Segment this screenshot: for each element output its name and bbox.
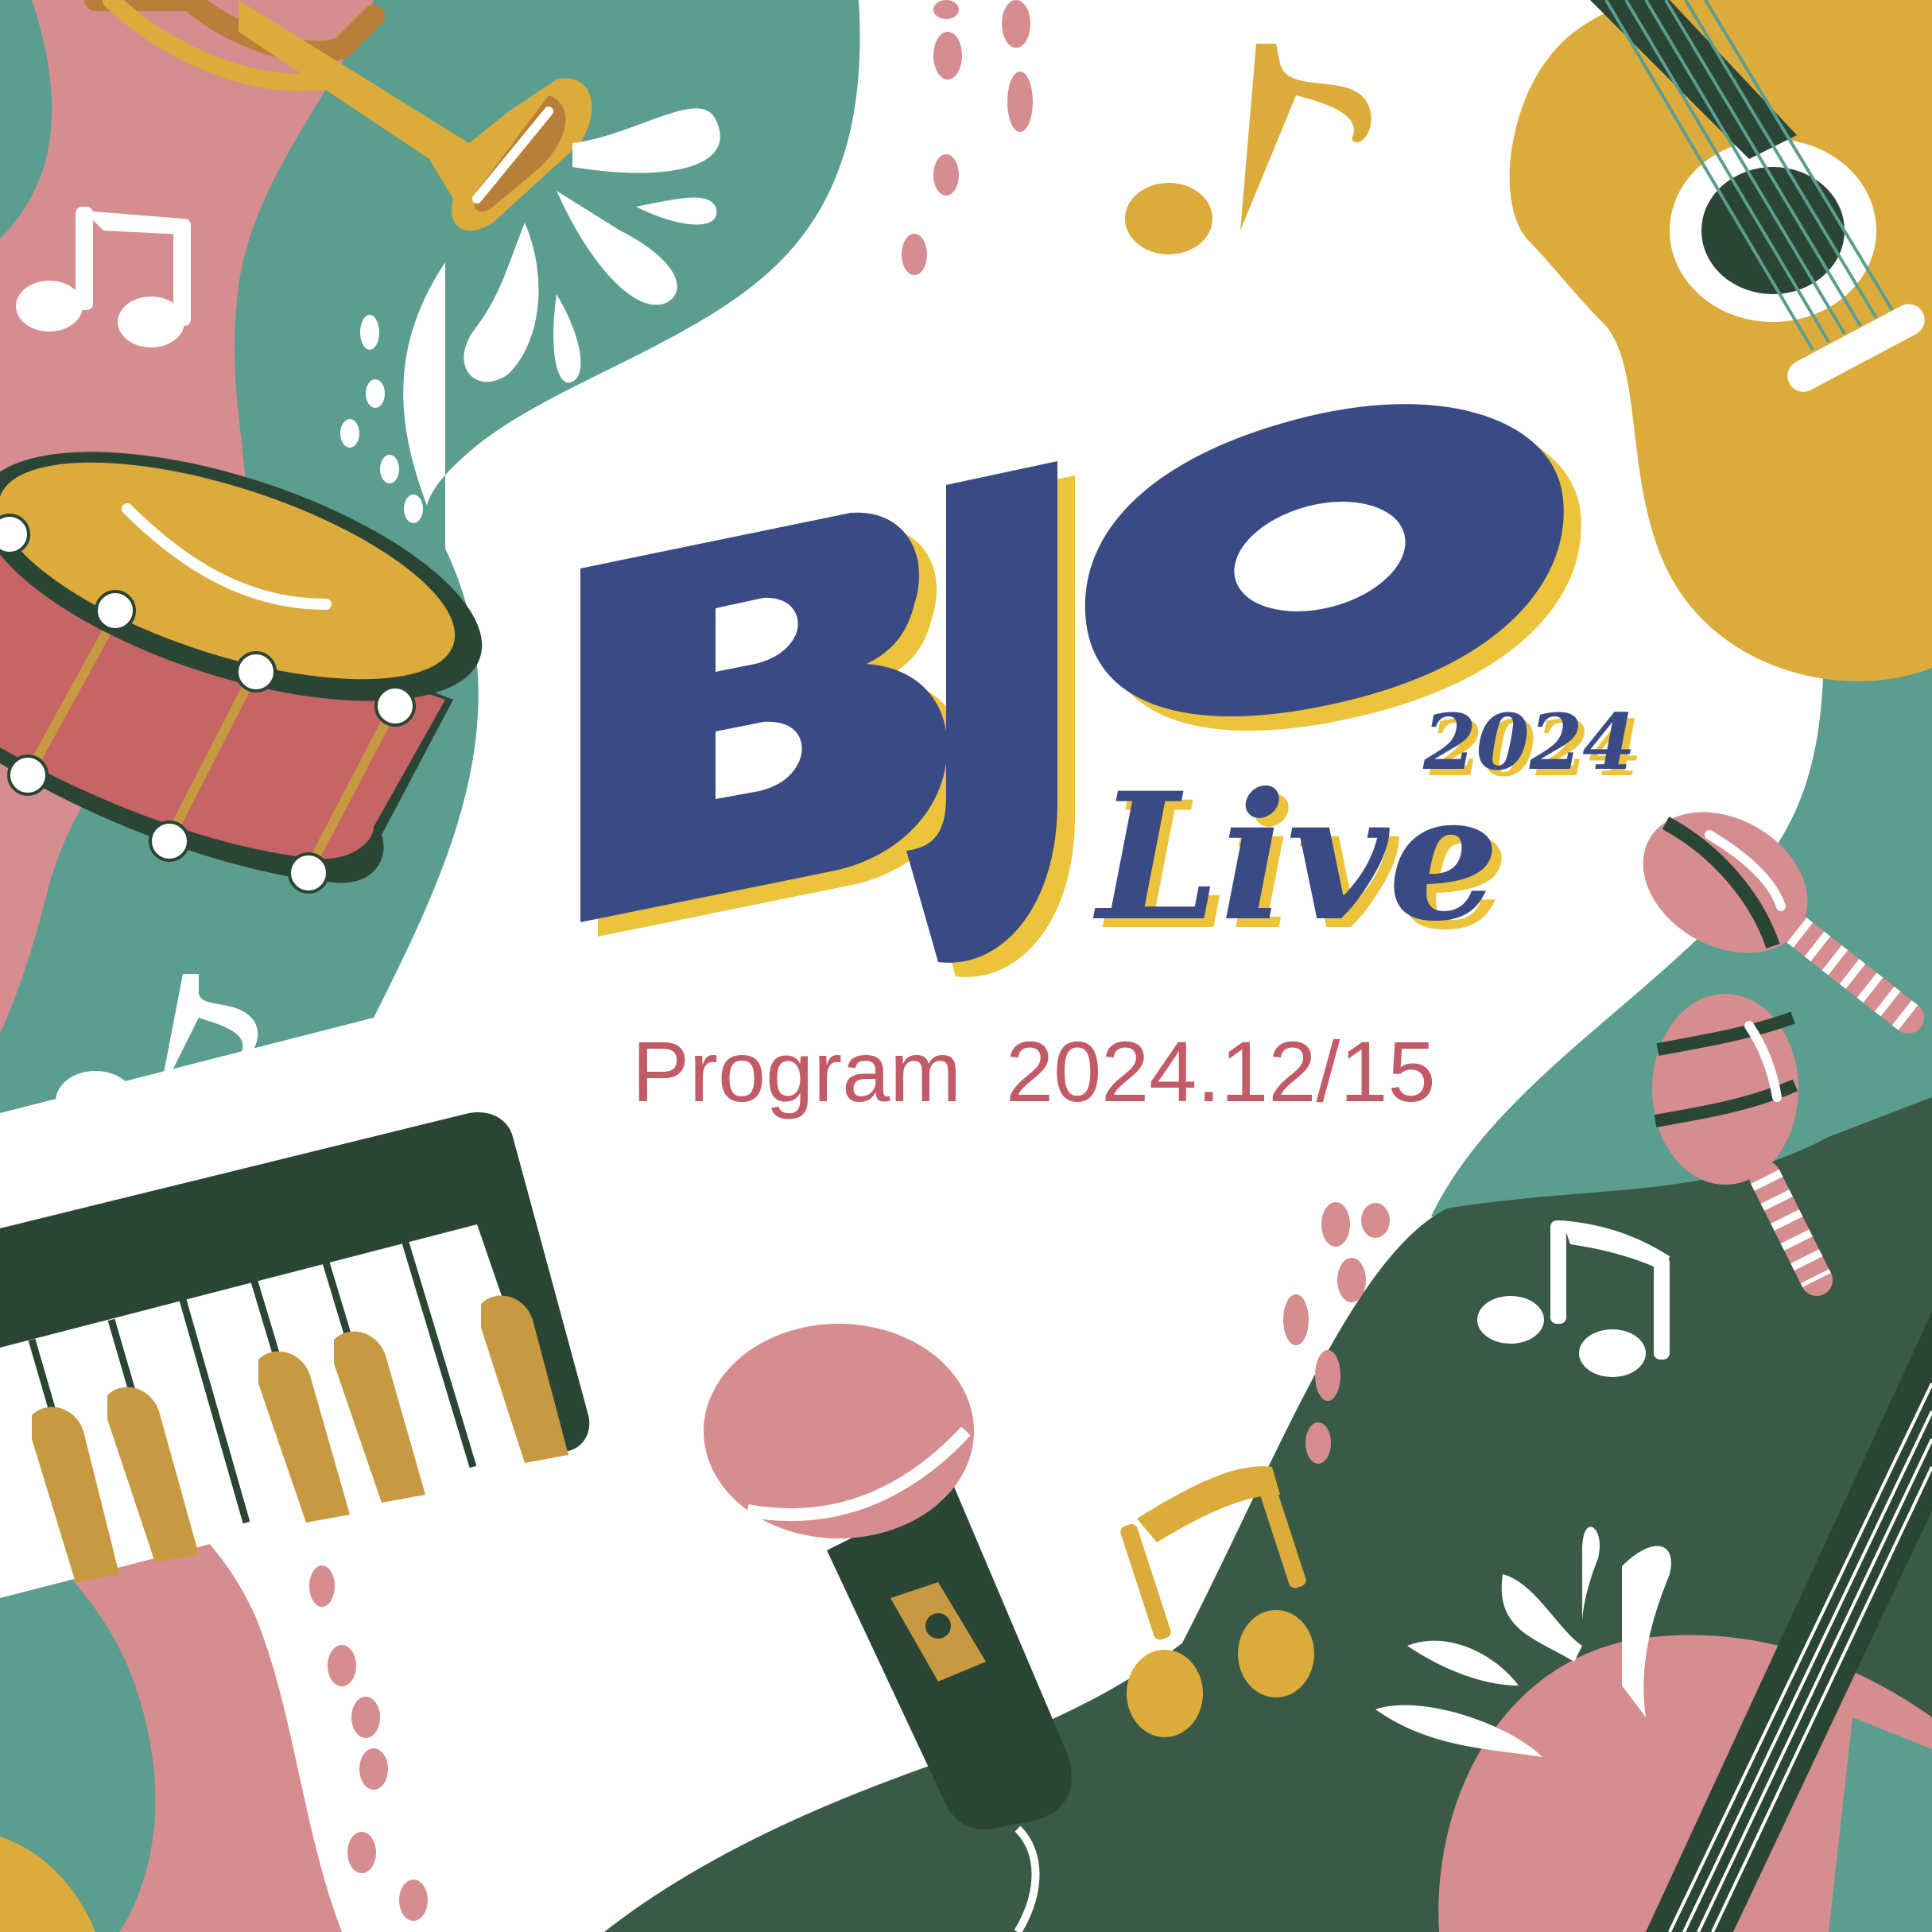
poster-artwork: Live Live 2024 2024 Program 2024.12/15	[0, 0, 1932, 1932]
keyboard-icon	[0, 1112, 590, 1598]
poster: Live Live 2024 2024 Program 2024.12/15	[0, 0, 1932, 1932]
acoustic-guitar-icon	[1509, 0, 1932, 681]
program-info: Program 2024.12/15	[632, 1023, 1436, 1119]
year-text: 2024	[1422, 697, 1635, 787]
program-date: 2024.12/15	[1006, 1023, 1436, 1119]
logo-subtitle: Live Live 2024 2024	[1092, 697, 1642, 968]
program-label: Program	[632, 1023, 961, 1119]
